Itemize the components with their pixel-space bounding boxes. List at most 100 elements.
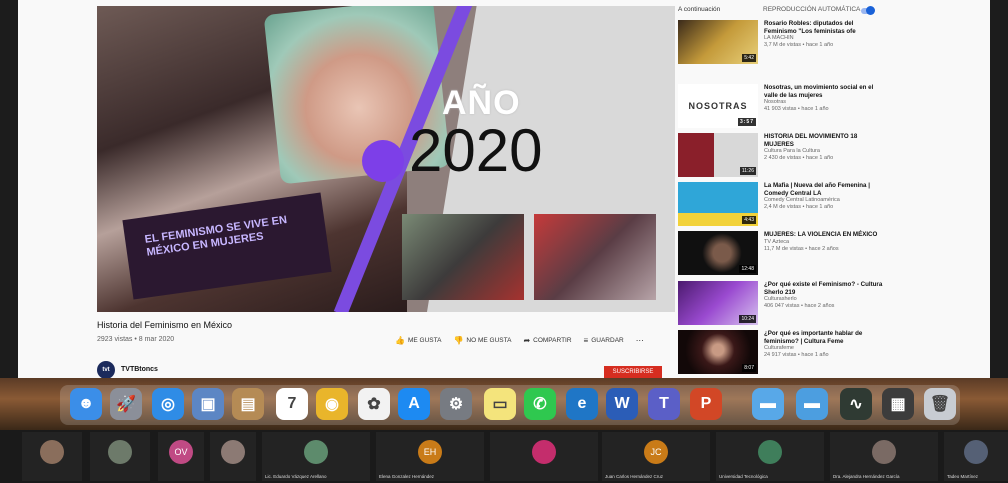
recommended-video[interactable]: NOSOTRAS 3:57 Nosotras, un movimiento soc…: [678, 84, 888, 130]
participant-tile[interactable]: JC Juan Carlos Hernández Cruz: [602, 432, 710, 481]
video-title: MUJERES: LA VIOLENCIA EN MÉXICO: [764, 231, 878, 238]
screen: EL FEMINISMO SE VIVE EN MÉXICO EN MUJERE…: [0, 0, 1008, 483]
launchpad-icon[interactable]: 🚀: [110, 388, 142, 420]
more-icon: ⋯: [635, 336, 644, 345]
participant-avatar: [40, 440, 64, 464]
video-player[interactable]: EL FEMINISMO SE VIVE EN MÉXICO EN MUJERE…: [97, 6, 675, 312]
notes-app-icon[interactable]: ▤: [232, 388, 264, 420]
teams-icon[interactable]: T: [648, 388, 680, 420]
save-label: GUARDAR: [591, 337, 624, 344]
participant-tile[interactable]: [210, 432, 256, 481]
video-inset-photo-1: [402, 214, 524, 300]
participant-tile[interactable]: Tadeo Martínez: [944, 432, 1008, 481]
participant-avatar: [964, 440, 988, 464]
participant-tile[interactable]: OV: [158, 432, 204, 481]
subscribe-button[interactable]: SUSCRIBIRSE: [604, 366, 662, 378]
participant-avatar: [872, 440, 896, 464]
recommended-video[interactable]: 8:07 ¿Por qué es importante hablar de fe…: [678, 330, 888, 376]
participant-name: Tadeo Martínez: [947, 474, 979, 479]
channel-name: Comedy Central Latinoamérica: [764, 197, 840, 203]
participant-tile[interactable]: EH Elena Gonzalez Hernández: [376, 432, 484, 481]
channel-name: Culturasherlo: [764, 296, 797, 302]
participant-avatar: EH: [418, 440, 442, 464]
channel-name[interactable]: TVTBtoncs: [121, 366, 158, 373]
like-label: ME GUSTA: [407, 337, 442, 344]
more-button[interactable]: ⋯: [636, 336, 644, 345]
share-button[interactable]: ➦ COMPARTIR: [523, 336, 571, 345]
calendar-icon[interactable]: 7: [276, 388, 308, 420]
save-button[interactable]: ≡ GUARDAR: [584, 336, 624, 345]
downloads-folder-icon[interactable]: ▬: [796, 388, 828, 420]
channel-avatar[interactable]: tvt: [97, 361, 115, 379]
up-next-header: A continuación REPRODUCCIÓN AUTOMÁTICA: [678, 6, 878, 18]
recommended-video[interactable]: 5:42 Rosario Robles: diputados del Femin…: [678, 20, 888, 66]
autoplay-toggle[interactable]: [861, 6, 875, 15]
participant-tile[interactable]: Universidad Tecnológica: [716, 432, 824, 481]
app-store-icon[interactable]: A: [398, 388, 430, 420]
video-thumbnail: 8:07: [678, 330, 758, 374]
participant-avatar: [532, 440, 556, 464]
trash-icon[interactable]: 🗑: [924, 388, 956, 420]
participant-avatar: [221, 440, 245, 464]
whatsapp-icon[interactable]: ✆: [524, 388, 556, 420]
video-title: Rosario Robles: diputados del Feminismo …: [764, 20, 856, 35]
screen-recorder-icon[interactable]: ▦: [882, 388, 914, 420]
video-stats: 2 430 de vistas • hace 1 año: [764, 155, 834, 161]
participant-name: Universidad Tecnológica: [719, 474, 768, 479]
participant-tile[interactable]: [22, 432, 82, 481]
preview-icon[interactable]: ▣: [192, 388, 224, 420]
video-meta: 2923 vistas • 8 mar 2020: [97, 336, 175, 343]
participant-tile[interactable]: [490, 432, 598, 481]
stickies-icon[interactable]: ▭: [484, 388, 516, 420]
activity-monitor-icon[interactable]: ∿: [840, 388, 872, 420]
folder-icon[interactable]: ▬: [752, 388, 784, 420]
autoplay-label: REPRODUCCIÓN AUTOMÁTICA: [763, 6, 861, 13]
participant-tile[interactable]: Lic. Eduardo Vázquez Arellano: [262, 432, 370, 481]
dislike-button[interactable]: 👎 NO ME GUSTA: [453, 336, 511, 345]
duration-badge: 11:26: [739, 167, 756, 175]
edge-icon[interactable]: e: [566, 388, 598, 420]
participant-name: Dra. Alejandra Hernández García: [833, 474, 900, 479]
recommended-video[interactable]: 11:26 HISTORIA DEL MOVIMIENTO 18 MUJERES…: [678, 133, 888, 179]
safari-icon[interactable]: ◎: [152, 388, 184, 420]
video-stats: 406 047 vistas • hace 2 años: [764, 303, 835, 309]
chrome-icon[interactable]: ◉: [316, 388, 348, 420]
duration-badge: 12:48: [739, 265, 756, 273]
system-preferences-icon[interactable]: ⚙: [440, 388, 472, 420]
video-inset-photo-2: [534, 214, 656, 300]
video-stats: 41 903 vistas • hace 1 año: [764, 106, 829, 112]
recommended-video[interactable]: 12:48 MUJERES: LA VIOLENCIA EN MÉXICO TV …: [678, 231, 888, 277]
thumbnail-text: NOSOTRAS: [688, 101, 748, 111]
recommended-video[interactable]: 10:24 ¿Por qué existe el Feminismo? - Cu…: [678, 281, 888, 327]
participant-name: Lic. Eduardo Vázquez Arellano: [265, 474, 327, 479]
participant-avatar: [108, 440, 132, 464]
video-title: ¿Por qué existe el Feminismo? - Cultura …: [764, 281, 883, 296]
video-actions: 👍 ME GUSTA 👎 NO ME GUSTA ➦ COMPARTIR ≡ GUARD…: [395, 336, 644, 345]
participant-avatar: OV: [169, 440, 193, 464]
video-title: ¿Por qué es importante hablar de feminis…: [764, 330, 863, 345]
video-stats: 24 917 vistas • hace 1 año: [764, 352, 829, 358]
video-thumbnail: 10:24: [678, 281, 758, 325]
duration-badge: 8:07: [742, 364, 756, 372]
finder-icon[interactable]: ☻: [70, 388, 102, 420]
video-thumbnail: 4:43: [678, 182, 758, 226]
participant-avatar: [758, 440, 782, 464]
video-title: Historia del Feminismo en México: [97, 320, 233, 330]
photos-icon[interactable]: ✿: [358, 388, 390, 420]
video-title: Nosotras, un movimiento social en el val…: [764, 84, 874, 99]
like-button[interactable]: 👍 ME GUSTA: [395, 336, 441, 345]
recommended-video[interactable]: 4:43 La Mafia | Nueva del año Femenina |…: [678, 182, 888, 228]
participant-name: Elena Gonzalez Hernández: [379, 474, 435, 479]
word-icon[interactable]: W: [606, 388, 638, 420]
duration-badge: 5:42: [742, 54, 756, 62]
participant-avatar: JC: [644, 440, 668, 464]
duration-badge: 10:24: [739, 315, 756, 323]
video-stats: 2,4 M de vistas • hace 1 año: [764, 204, 834, 210]
participant-avatar: [304, 440, 328, 464]
video-thumbnail: NOSOTRAS 3:57: [678, 84, 758, 128]
channel-name: Culturafeme: [764, 345, 794, 351]
channel-name: LA MACHIN: [764, 35, 794, 41]
participant-tile[interactable]: Dra. Alejandra Hernández García: [830, 432, 938, 481]
powerpoint-icon[interactable]: P: [690, 388, 722, 420]
participant-tile[interactable]: [90, 432, 150, 481]
